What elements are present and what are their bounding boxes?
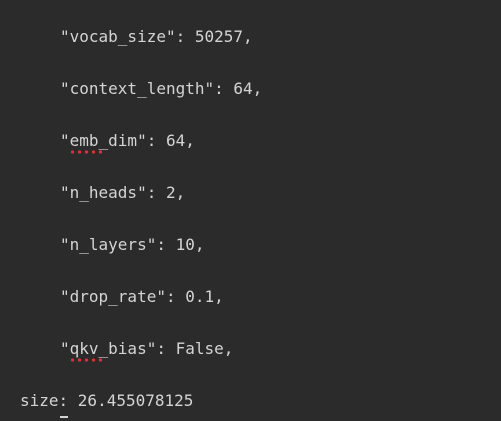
config-line-n-heads: "n_heads": 2,	[60, 183, 186, 202]
config-line-context-length: "context_length": 64,	[60, 79, 263, 98]
config-line-qkv-bias: "qkv_bias": False,	[60, 339, 234, 358]
output-size-line: size: 26.455078125	[20, 391, 194, 410]
code-output-pane: "vocab_size": 50257, "context_length": 6…	[0, 0, 501, 421]
config-line-n-layers: "n_layers": 10,	[60, 235, 205, 254]
config-line-drop-rate: "drop_rate": 0.1,	[60, 287, 224, 306]
cut-off-line-fragment	[60, 416, 68, 421]
config-line-vocab-size: "vocab_size": 50257,	[60, 27, 253, 46]
spellcheck-underline	[69, 358, 103, 362]
spellcheck-underline	[69, 150, 103, 154]
config-line-emb-dim: "emb_dim": 64,	[60, 131, 195, 150]
